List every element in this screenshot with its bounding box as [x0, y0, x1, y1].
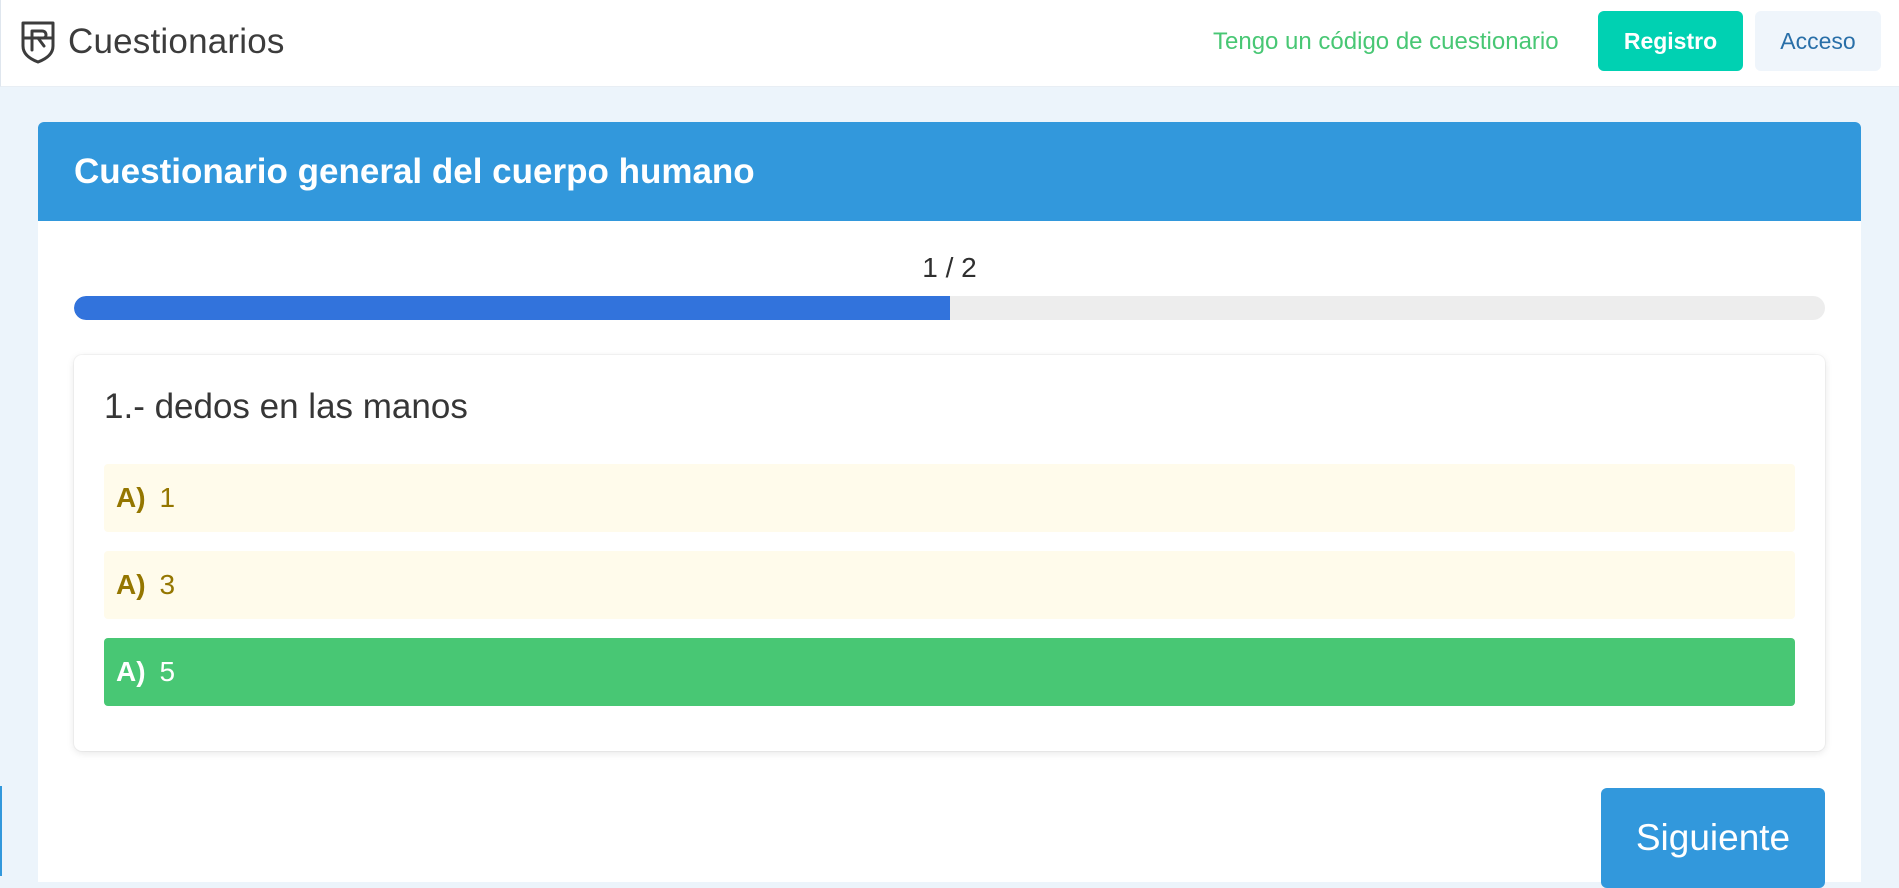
brand[interactable]: Cuestionarios — [20, 20, 285, 64]
option-text: 5 — [159, 656, 176, 687]
page-edge — [0, 786, 2, 876]
brand-name: Cuestionarios — [68, 22, 285, 61]
answer-option-1[interactable]: A) 1 — [104, 464, 1795, 532]
option-letter: A) — [116, 482, 146, 513]
option-text: 1 — [159, 482, 176, 513]
progress-bar-fill — [74, 296, 950, 320]
option-letter: A) — [116, 569, 146, 600]
login-button[interactable]: Acceso — [1755, 11, 1881, 71]
quiz-card-header: Cuestionario general del cuerpo humano — [38, 122, 1861, 221]
question-card: 1.- dedos en las manos A) 1 A) 3 A) 5 — [74, 355, 1825, 751]
shield-icon — [20, 20, 56, 64]
answer-option-3[interactable]: A) 5 — [104, 638, 1795, 706]
next-button[interactable]: Siguiente — [1601, 788, 1825, 888]
answer-option-2[interactable]: A) 3 — [104, 551, 1795, 619]
register-button[interactable]: Registro — [1598, 11, 1743, 71]
option-letter: A) — [116, 656, 146, 687]
option-text: 3 — [159, 569, 176, 600]
progress-bar — [74, 296, 1825, 320]
quiz-title: Cuestionario general del cuerpo humano — [74, 152, 755, 191]
question-title: 1.- dedos en las manos — [104, 387, 468, 426]
quiz-card: Cuestionario general del cuerpo humano 1… — [38, 122, 1861, 888]
top-navbar: Cuestionarios Tengo un código de cuestio… — [0, 0, 1899, 87]
quiz-code-link[interactable]: Tengo un código de cuestionario — [1213, 28, 1559, 56]
progress-counter: 1 / 2 — [922, 252, 977, 283]
